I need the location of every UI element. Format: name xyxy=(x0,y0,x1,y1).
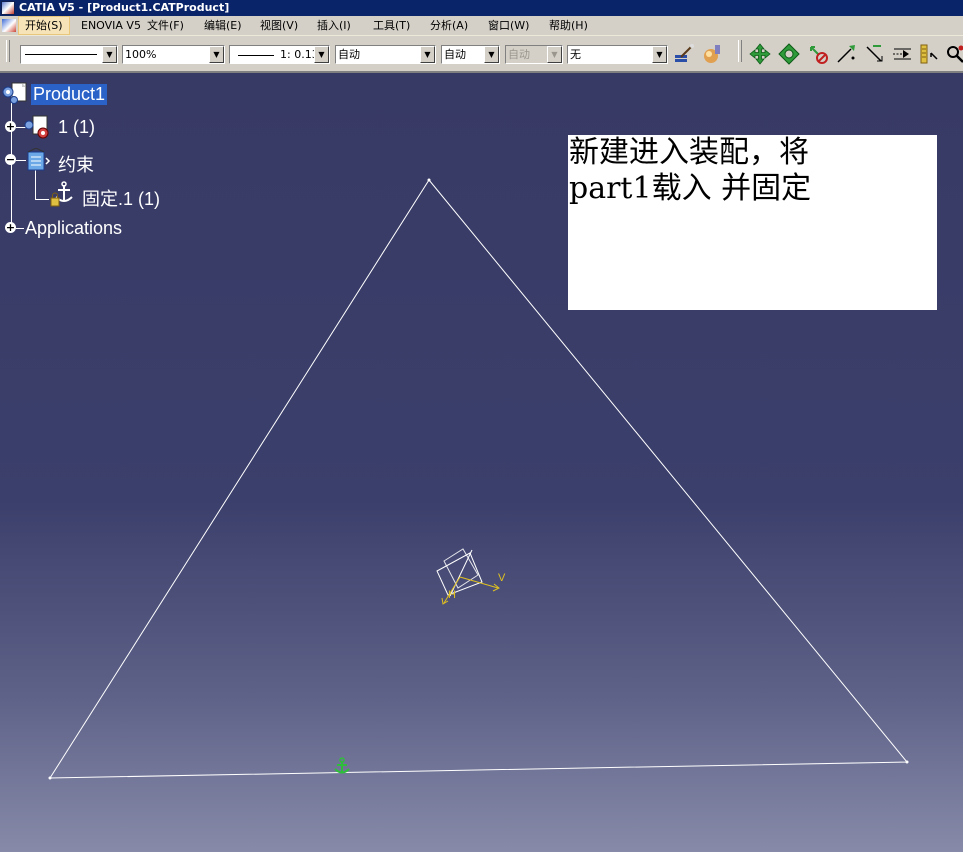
linetype-value: 1: 0.13 xyxy=(280,48,319,61)
menu-bar: 开始(S) ENOVIA V5 文件(F) 编辑(E) 视图(V) 插入(I) … xyxy=(0,16,963,36)
manipulation-icon[interactable] xyxy=(748,42,772,66)
material-combo[interactable]: 无 ▼ xyxy=(567,45,668,64)
vertex-point[interactable] xyxy=(48,776,52,780)
fix-anchor-icon[interactable] xyxy=(334,757,350,774)
transparency-combo[interactable]: 100% ▼ xyxy=(122,45,225,64)
axis-system-icon[interactable] xyxy=(436,548,500,605)
toolbar-grip[interactable] xyxy=(738,40,742,62)
menu-file[interactable]: 文件(F) xyxy=(141,16,190,35)
color-swatch xyxy=(25,54,97,55)
stop-manipulate-on-clash-icon[interactable] xyxy=(862,42,886,66)
menu-analyze[interactable]: 分析(A) xyxy=(424,16,474,35)
menu-enovia[interactable]: ENOVIA V5 xyxy=(75,16,147,35)
layer-combo[interactable]: 自动 ▼ xyxy=(441,45,500,64)
toolbar-grip[interactable] xyxy=(6,40,10,62)
chevron-down-icon[interactable]: ▼ xyxy=(209,46,224,63)
explode-icon[interactable] xyxy=(834,42,858,66)
annotation-line-1: 新建进入装配，将 xyxy=(569,135,809,170)
transparency-value: 100% xyxy=(125,48,157,61)
axis-x-label: H xyxy=(448,589,456,601)
smart-move-icon[interactable] xyxy=(806,42,830,66)
menu-insert[interactable]: 插入(I) xyxy=(311,16,357,35)
menu-edit[interactable]: 编辑(E) xyxy=(198,16,248,35)
properties-toolbar: ▼ 100% ▼ 1: 0.13 ▼ 自动 ▼ 自动 ▼ 自动 ▼ 无 ▼ xyxy=(0,36,963,73)
chevron-down-icon[interactable]: ▼ xyxy=(652,46,667,63)
color-combo[interactable]: ▼ xyxy=(20,45,118,64)
menu-help[interactable]: 帮助(H) xyxy=(543,16,594,35)
chevron-down-icon[interactable]: ▼ xyxy=(102,46,117,63)
chevron-down-icon: ▼ xyxy=(547,46,562,63)
line-sample xyxy=(238,54,274,56)
axis-y-label: V xyxy=(498,572,506,584)
menu-window[interactable]: 窗口(W) xyxy=(482,16,535,35)
menu-start[interactable]: 开始(S) xyxy=(18,16,70,35)
catia-system-icon[interactable] xyxy=(2,19,16,32)
title-bar: CATIA V5 - [Product1.CATProduct] xyxy=(0,0,963,16)
menu-tools[interactable]: 工具(T) xyxy=(367,16,416,35)
paint-brush-icon[interactable] xyxy=(672,42,696,66)
layer-value: 自动 xyxy=(444,48,466,61)
lineweight-combo[interactable]: 自动 ▼ xyxy=(335,45,436,64)
vertex-point[interactable] xyxy=(905,760,909,764)
snap-icon[interactable] xyxy=(777,42,801,66)
menu-view[interactable]: 视图(V) xyxy=(254,16,304,35)
catia-app-icon[interactable] xyxy=(1,1,15,15)
annotation-note: 新建进入装配，将 part1载入 并固定 xyxy=(568,135,937,310)
annotation-line-2: part1载入 并固定 xyxy=(569,171,812,206)
point-symbol-value: 自动 xyxy=(508,48,530,61)
coincidence-icon[interactable] xyxy=(917,42,941,66)
3d-viewport[interactable]: Product1 + 1 (1) − 约束 固定.1 (1) + Applica… xyxy=(0,73,963,852)
material-sphere-icon[interactable] xyxy=(700,42,724,66)
lineweight-value: 自动 xyxy=(338,48,360,61)
chevron-down-icon[interactable]: ▼ xyxy=(484,46,499,63)
analyze-icon[interactable] xyxy=(943,42,963,66)
point-symbol-combo: 自动 ▼ xyxy=(505,45,563,64)
chevron-down-icon[interactable]: ▼ xyxy=(314,46,329,63)
linetype-combo[interactable]: 1: 0.13 ▼ xyxy=(229,45,330,64)
fix-component-icon[interactable] xyxy=(890,42,914,66)
material-value: 无 xyxy=(570,48,581,61)
window-title: CATIA V5 - [Product1.CATProduct] xyxy=(19,1,230,14)
chevron-down-icon[interactable]: ▼ xyxy=(420,46,435,63)
vertex-point[interactable] xyxy=(427,178,431,182)
